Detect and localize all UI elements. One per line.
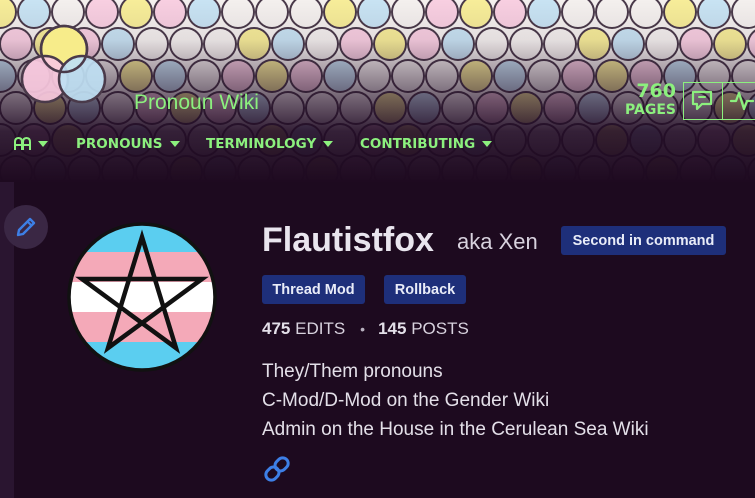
chevron-down-icon bbox=[169, 141, 180, 147]
user-group-badge: Second in command bbox=[561, 226, 726, 255]
chevron-down-icon bbox=[482, 141, 493, 147]
pencil-icon bbox=[16, 217, 36, 237]
wiki-logo[interactable] bbox=[18, 22, 110, 110]
edit-count-label: EDITS bbox=[295, 319, 346, 338]
activity-icon bbox=[729, 91, 755, 111]
user-avatar bbox=[67, 222, 217, 372]
post-count-label: POSTS bbox=[411, 319, 469, 338]
page-count-number: 760 bbox=[636, 80, 676, 102]
nav-item-label: CONTRIBUTING bbox=[360, 136, 476, 152]
edit-profile-button[interactable] bbox=[4, 205, 48, 249]
nav-explore-menu[interactable] bbox=[14, 137, 76, 151]
nav-item-label: PRONOUNS bbox=[76, 136, 163, 152]
wiki-name-link[interactable]: Pronoun Wiki bbox=[134, 91, 259, 115]
stats-separator: • bbox=[360, 321, 366, 337]
discussion-icon bbox=[691, 90, 713, 111]
wiki-navigation: PRONOUNS TERMINOLOGY CONTRIBUTING bbox=[14, 134, 493, 154]
explore-icon bbox=[14, 137, 31, 150]
recent-activity-button[interactable] bbox=[722, 82, 755, 120]
profile-stats: 475 EDITS • 145 POSTS bbox=[262, 319, 469, 339]
profile-bio: They/Them pronouns C-Mod/D-Mod on the Ge… bbox=[262, 357, 649, 444]
nav-terminology-menu[interactable]: TERMINOLOGY bbox=[206, 136, 360, 152]
page-count-label: PAGES bbox=[625, 102, 676, 118]
profile-alias: aka Xen bbox=[457, 229, 538, 254]
chevron-down-icon bbox=[38, 141, 48, 147]
nav-item-label: TERMINOLOGY bbox=[206, 136, 317, 152]
user-group-badge: Thread Mod bbox=[262, 275, 365, 304]
nav-contributing-menu[interactable]: CONTRIBUTING bbox=[360, 136, 493, 152]
bio-line: C-Mod/D-Mod on the Gender Wiki bbox=[262, 390, 550, 411]
link-icon[interactable] bbox=[262, 454, 292, 484]
bio-line: Admin on the House in the Cerulean Sea W… bbox=[262, 419, 649, 440]
bio-line: They/Them pronouns bbox=[262, 361, 443, 382]
profile-username: Flautistfox bbox=[262, 221, 434, 259]
post-count[interactable]: 145 bbox=[378, 319, 406, 339]
chevron-down-icon bbox=[323, 141, 334, 147]
page-count: 760 PAGES bbox=[616, 80, 676, 118]
discussions-button[interactable] bbox=[683, 82, 723, 120]
edit-count[interactable]: 475 bbox=[262, 319, 290, 339]
user-group-badge: Rollback bbox=[384, 275, 466, 304]
nav-pronouns-menu[interactable]: PRONOUNS bbox=[76, 136, 206, 152]
